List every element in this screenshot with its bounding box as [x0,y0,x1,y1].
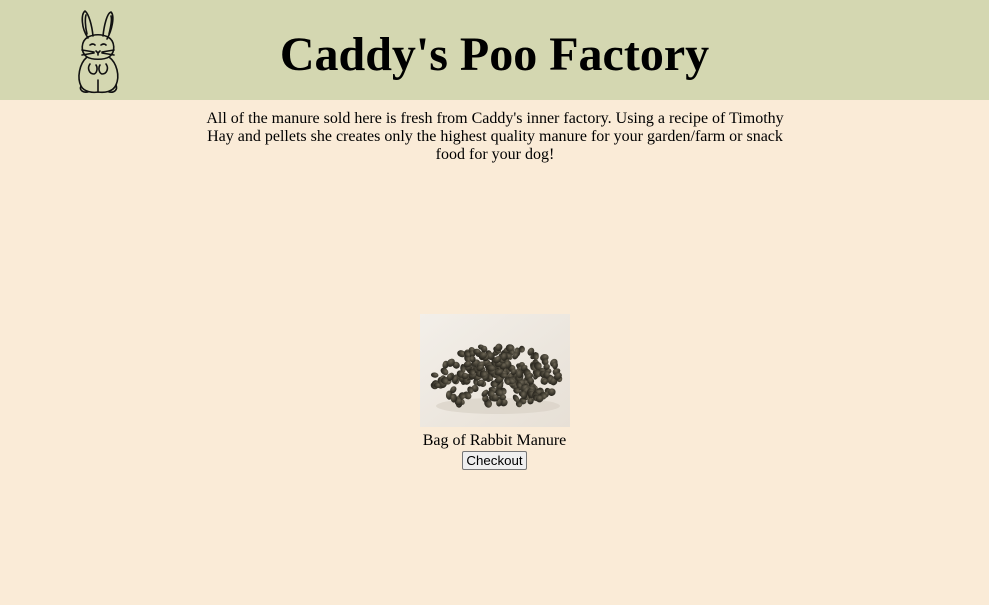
page-title: Caddy's Poo Factory [279,28,710,81]
site-header: Caddy's Poo Factory [0,0,989,100]
intro-text: All of the manure sold here is fresh fro… [206,110,784,163]
product-card: Bag of Rabbit Manure Checkout [0,314,989,470]
product-name: Bag of Rabbit Manure [422,432,567,449]
rabbit-pellets-image [419,314,570,427]
checkout-button[interactable]: Checkout [462,451,527,470]
